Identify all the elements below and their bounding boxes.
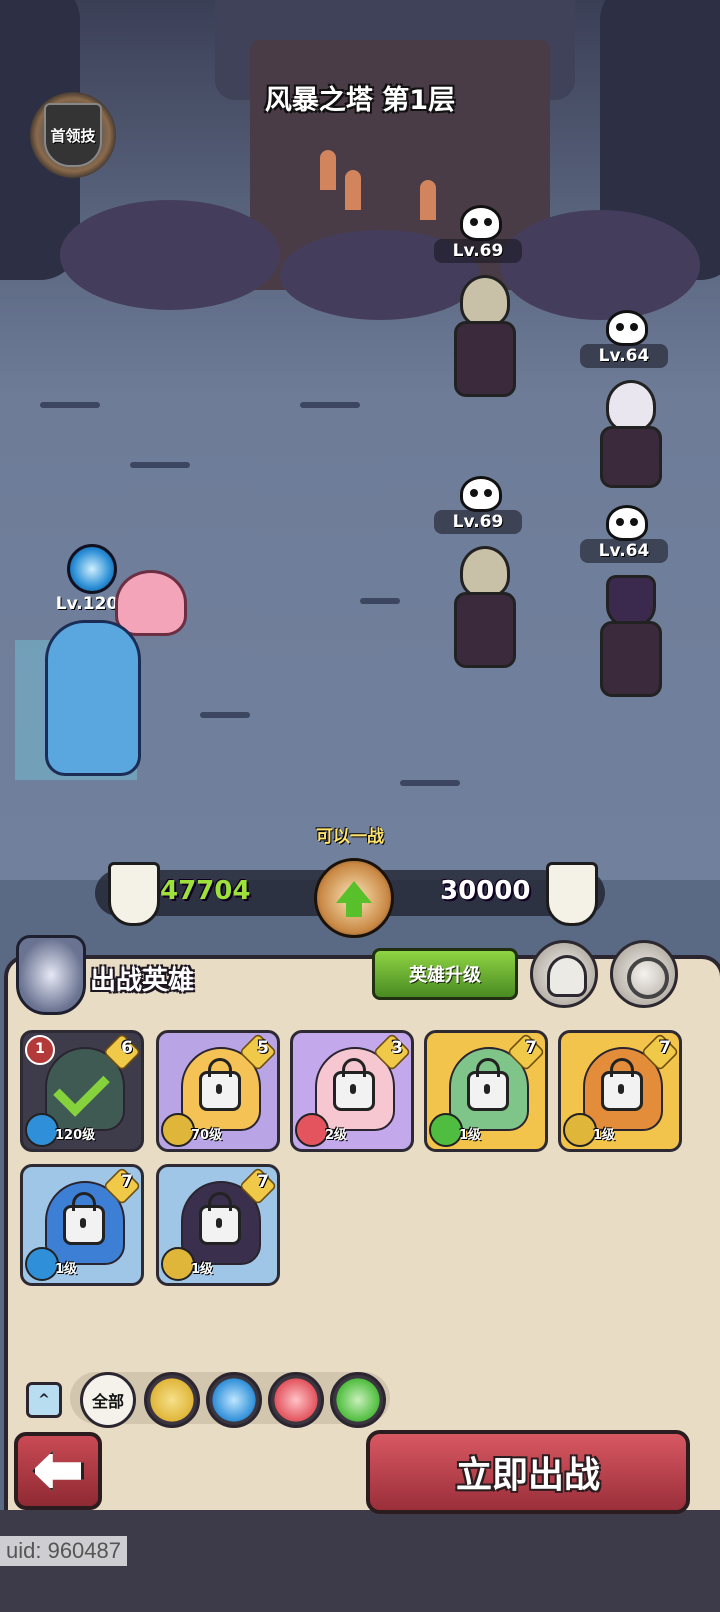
water-filter-icon[interactable] [206, 1372, 262, 1428]
enemy-power: 30000 [440, 876, 531, 906]
enemy-sprite [450, 275, 516, 415]
water-element-icon [67, 544, 117, 594]
earth-element-icon [563, 1113, 597, 1147]
hero-card[interactable]: 1 6 120级 [20, 1030, 144, 1152]
up-arrow-icon [336, 881, 372, 917]
lock-icon [333, 1058, 375, 1111]
hero-level: 1级 [593, 1128, 616, 1143]
hero-sprite [45, 620, 141, 776]
lock-icon [601, 1058, 643, 1111]
earth-filter-icon[interactable] [144, 1372, 200, 1428]
enemy-level: Lv.64 [580, 539, 668, 563]
skull-icon [460, 205, 502, 241]
back-button[interactable] [14, 1432, 102, 1510]
enemy-sprite [450, 546, 516, 686]
ghost-icon [547, 955, 587, 997]
enemy-sprite [596, 575, 662, 715]
lock-icon [199, 1192, 241, 1245]
sword-icon [546, 862, 598, 926]
water-element-icon [25, 1113, 59, 1147]
star-count: 3 [391, 1038, 403, 1058]
boss-skill-label: 首领技 [50, 126, 96, 145]
bush [500, 210, 700, 320]
advantage-emblem [314, 858, 394, 938]
hero-level: 1级 [191, 1262, 214, 1277]
earth-element-icon [161, 1113, 195, 1147]
power-icon [627, 957, 669, 999]
hero-level: 70级 [191, 1128, 223, 1143]
enemy-level: Lv.64 [580, 344, 668, 368]
lock-icon [199, 1058, 241, 1111]
lotus-flower [115, 570, 187, 636]
hero-level: 1级 [55, 1262, 78, 1277]
enemy-unit[interactable]: Lv.69 [430, 476, 530, 668]
enemy-unit[interactable]: Lv.64 [576, 310, 676, 488]
star-count: 5 [257, 1038, 269, 1058]
hero-card[interactable]: 3 2级 [290, 1030, 414, 1152]
lock-icon [467, 1058, 509, 1111]
fire-filter-icon[interactable] [268, 1372, 324, 1428]
player-power: 47704 [160, 876, 251, 906]
hero-card[interactable]: 5 70级 [156, 1030, 280, 1152]
water-element-icon [25, 1247, 59, 1281]
star-count: 7 [525, 1038, 537, 1058]
sword-icon [108, 862, 160, 926]
bush [60, 200, 280, 310]
enemy-unit[interactable]: Lv.64 [576, 505, 676, 697]
user-id: uid: 960487 [0, 1536, 127, 1566]
shield-icon: 首领技 [44, 103, 102, 167]
filter-all[interactable]: 全部 [80, 1372, 136, 1428]
enemy-sprite [596, 380, 662, 520]
auto-button[interactable] [610, 940, 678, 1008]
back-arrow-icon [32, 1451, 84, 1491]
wind-element-icon [429, 1113, 463, 1147]
team-title: 出战英雄 [90, 966, 195, 996]
hero-level: 2级 [325, 1128, 348, 1143]
boss-skill-badge[interactable]: 首领技 [30, 92, 116, 178]
enemy-level: Lv.69 [434, 239, 522, 263]
hero-card[interactable]: 7 1级 [20, 1164, 144, 1286]
star-count: 7 [257, 1172, 269, 1192]
collapse-button[interactable]: ^ [26, 1382, 62, 1418]
enemy-unit[interactable]: Lv.69 [430, 205, 530, 397]
skull-icon [460, 476, 502, 512]
formation-button[interactable] [530, 940, 598, 1008]
hero-upgrade-button[interactable]: 英雄升级 [372, 948, 518, 1000]
enemy-level: Lv.69 [434, 510, 522, 534]
skull-icon [606, 505, 648, 541]
earth-element-icon [161, 1247, 195, 1281]
start-battle-button[interactable]: 立即出战 [366, 1430, 690, 1514]
start-battle-label: 立即出战 [455, 1455, 600, 1496]
helmet-icon [16, 935, 86, 1015]
star-count: 7 [659, 1038, 671, 1058]
rank-badge: 1 [25, 1035, 55, 1065]
hero-card[interactable]: 7 1级 [156, 1164, 280, 1286]
hero-level: 120级 [55, 1128, 96, 1143]
player-hero[interactable]: Lv.120 [15, 540, 187, 780]
hero-card[interactable]: 7 1级 [558, 1030, 682, 1152]
lock-icon [63, 1192, 105, 1245]
battle-status: 可以一战 [316, 827, 384, 847]
hero-card[interactable]: 7 1级 [424, 1030, 548, 1152]
hero-level: 1级 [459, 1128, 482, 1143]
wind-filter-icon[interactable] [330, 1372, 386, 1428]
fire-element-icon [295, 1113, 329, 1147]
skull-icon [606, 310, 648, 346]
star-count: 7 [121, 1172, 133, 1192]
star-count: 6 [121, 1038, 133, 1058]
